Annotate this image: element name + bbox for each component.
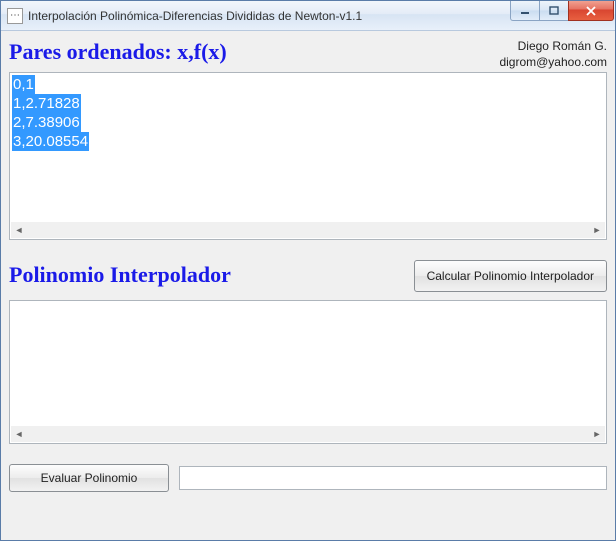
- titlebar[interactable]: ⋯ Interpolación Polinómica-Diferencias D…: [1, 1, 615, 31]
- author-block: Diego Román G. digrom@yahoo.com: [499, 39, 607, 70]
- evaluate-button[interactable]: Evaluar Polinomio: [9, 464, 169, 492]
- scroll-left-icon[interactable]: ◄: [11, 426, 27, 442]
- maximize-icon: [549, 6, 559, 16]
- poly-output[interactable]: ◄ ►: [9, 300, 607, 444]
- pairs-heading: Pares ordenados: x,f(x): [9, 39, 227, 65]
- poly-scrollbar[interactable]: ◄ ►: [11, 426, 605, 442]
- poly-heading: Polinomio Interpolador: [9, 262, 231, 288]
- scroll-right-icon[interactable]: ►: [589, 222, 605, 238]
- window-title: Interpolación Polinómica-Diferencias Div…: [28, 9, 511, 23]
- app-icon: ⋯: [7, 8, 23, 24]
- window-buttons: [511, 1, 614, 21]
- pairs-input[interactable]: 0,11,2.718282,7.389063,20.08554 ◄ ►: [9, 72, 607, 240]
- calculate-button[interactable]: Calcular Polinomio Interpolador: [414, 260, 607, 292]
- scroll-right-icon[interactable]: ►: [589, 426, 605, 442]
- author-email: digrom@yahoo.com: [499, 55, 607, 71]
- author-name: Diego Román G.: [499, 39, 607, 55]
- evaluate-output[interactable]: [179, 466, 607, 490]
- minimize-button[interactable]: [510, 1, 540, 21]
- pairs-line: 0,1: [12, 75, 35, 94]
- close-button[interactable]: [568, 1, 614, 21]
- minimize-icon: [520, 6, 530, 16]
- maximize-button[interactable]: [539, 1, 569, 21]
- poly-output-text: [12, 303, 604, 425]
- scroll-left-icon[interactable]: ◄: [11, 222, 27, 238]
- pairs-line: 1,2.71828: [12, 94, 81, 113]
- pairs-line: 2,7.38906: [12, 113, 81, 132]
- pairs-line: 3,20.08554: [12, 132, 89, 151]
- pairs-scrollbar[interactable]: ◄ ►: [11, 222, 605, 238]
- close-icon: [585, 6, 597, 16]
- window-frame: ⋯ Interpolación Polinómica-Diferencias D…: [0, 0, 616, 541]
- client-area: Pares ordenados: x,f(x) Diego Román G. d…: [1, 31, 615, 540]
